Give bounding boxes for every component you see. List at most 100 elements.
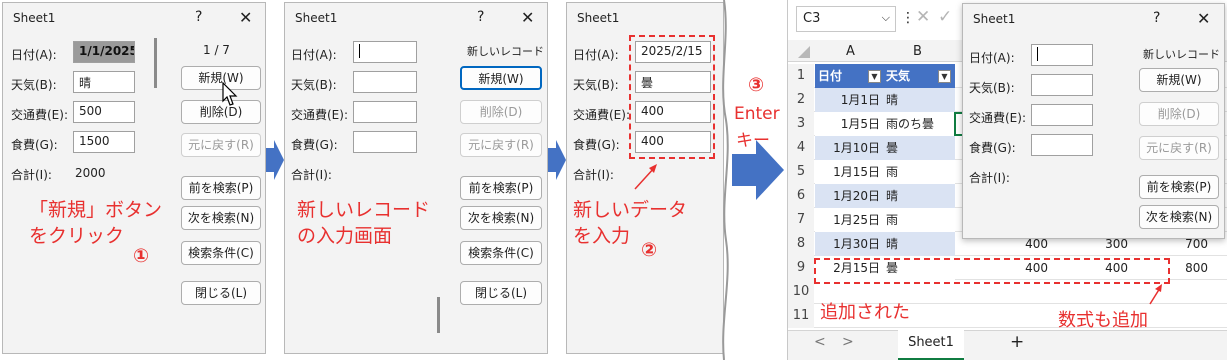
cell-weather[interactable]: 晴	[886, 232, 898, 256]
sheet-tab[interactable]: Sheet1	[898, 330, 964, 360]
row-number[interactable]: 7	[788, 208, 814, 232]
weather-field[interactable]: 晴	[73, 71, 135, 93]
find-next-button[interactable]: 次を検索(N)	[1139, 205, 1219, 229]
annotation-line1: 新しいレコード	[297, 199, 431, 221]
row-number[interactable]: 9	[788, 256, 814, 280]
cell-date[interactable]: 1月10日	[818, 136, 880, 160]
scrollbar[interactable]	[437, 297, 440, 333]
row-number[interactable]: 5	[788, 160, 814, 184]
sheet-next-button[interactable]: >	[842, 334, 854, 350]
restore-button[interactable]: 元に戻す(R)	[1139, 136, 1219, 160]
find-prev-button[interactable]: 前を検索(P)	[1139, 175, 1219, 199]
date-field[interactable]	[353, 41, 417, 63]
restore-button[interactable]: 元に戻す(R)	[181, 133, 261, 157]
formula-separator: ⋮	[901, 10, 915, 26]
find-prev-button[interactable]: 前を検索(P)	[460, 176, 542, 200]
date-label: 日付(A):	[291, 48, 337, 62]
confirm-icon[interactable]: ✓	[938, 7, 952, 27]
arrow-icon	[548, 140, 566, 180]
enter-label: Enter	[734, 104, 780, 124]
dialog-panel-4: Sheet1 ? ✕ 日付(A): 天気(B): 交通費(E): 食費(G): …	[962, 3, 1225, 239]
dialog-panel-3: Sheet1 日付(A): 2025/2/15 天気(B): 曇 交通費(E):…	[566, 2, 724, 354]
cell-date[interactable]: 1月5日	[818, 112, 880, 136]
row-number[interactable]: 10	[788, 280, 814, 304]
date-label: 日付(A):	[11, 48, 57, 62]
cell-weather[interactable]: 雨のち曇	[886, 112, 934, 136]
new-button[interactable]: 新規(W)	[1139, 68, 1219, 92]
row-number[interactable]: 11	[788, 304, 814, 328]
cell-weather[interactable]: 晴	[886, 88, 898, 112]
criteria-button[interactable]: 検索条件(C)	[460, 241, 542, 265]
weather-field[interactable]	[353, 71, 417, 93]
help-button[interactable]: ?	[195, 9, 202, 25]
criteria-button[interactable]: 検索条件(C)	[181, 241, 261, 265]
help-button[interactable]: ?	[1153, 10, 1160, 26]
column-header-a[interactable]: A	[846, 44, 855, 59]
total-value: 2000	[75, 166, 106, 180]
annotation-line2: をクリック	[29, 225, 125, 247]
big-arrow-icon	[732, 140, 784, 200]
scrollbar[interactable]	[154, 38, 157, 88]
cell-weather[interactable]: 曇	[886, 136, 898, 160]
cell-weather[interactable]: 雨	[886, 208, 898, 232]
food-label: 食費(G):	[291, 138, 338, 152]
help-button[interactable]: ?	[477, 9, 484, 25]
food-field[interactable]	[1031, 134, 1093, 156]
chevron-down-icon: ⌵	[881, 11, 890, 24]
close-icon[interactable]: ✕	[521, 8, 534, 27]
row-number[interactable]: 6	[788, 184, 814, 208]
cell-date[interactable]: 1月25日	[818, 208, 880, 232]
food-field[interactable]: 1500	[73, 131, 135, 153]
weather-label: 天気(B):	[291, 78, 337, 92]
cell-date[interactable]: 1月15日	[818, 160, 880, 184]
close-icon[interactable]: ✕	[1197, 9, 1210, 28]
row-number[interactable]: 4	[788, 136, 814, 160]
transport-field[interactable]: 500	[73, 101, 135, 123]
weather-field[interactable]	[1031, 74, 1093, 96]
weather-label: 天気(B):	[573, 78, 619, 92]
delete-button[interactable]: 削除(D)	[1139, 102, 1219, 126]
transport-field[interactable]	[353, 101, 417, 123]
table-header-cell[interactable]: 日付	[818, 64, 842, 88]
food-label: 食費(G):	[969, 141, 1016, 155]
table-header-cell[interactable]: 天気	[886, 64, 910, 88]
restore-button[interactable]: 元に戻す(R)	[460, 133, 542, 157]
new-button[interactable]: 新規(W)	[460, 66, 542, 90]
annotation-added: 追加された	[820, 302, 910, 323]
row-number[interactable]: 3	[788, 112, 814, 136]
row-number[interactable]: 8	[788, 232, 814, 256]
name-box[interactable]: C3 ⌵	[796, 6, 896, 32]
date-field[interactable]: 1/1/2025	[73, 41, 135, 63]
cell-weather[interactable]: 雨	[886, 160, 898, 184]
food-label: 食費(G):	[573, 138, 620, 152]
row-number[interactable]: 1	[788, 64, 814, 88]
cell-weather[interactable]: 晴	[886, 184, 898, 208]
find-next-button[interactable]: 次を検索(N)	[181, 206, 261, 230]
dialog-title: Sheet1	[577, 11, 620, 25]
cell-date[interactable]: 1月1日	[818, 88, 880, 112]
close-button[interactable]: 閉じる(L)	[181, 281, 261, 305]
sheet-prev-button[interactable]: <	[814, 334, 826, 350]
transport-label: 交通費(E):	[291, 108, 348, 122]
dialog-panel-2: Sheet1 ? ✕ 日付(A): 天気(B): 交通費(E): 食費(G): …	[284, 2, 548, 354]
close-button[interactable]: 閉じる(L)	[460, 281, 542, 305]
filter-dropdown-icon[interactable]: ▼	[938, 70, 951, 83]
select-all-corner[interactable]	[798, 46, 810, 58]
step-number: ②	[641, 239, 658, 261]
column-header-b[interactable]: B	[913, 44, 922, 59]
add-sheet-button[interactable]: +	[1010, 332, 1024, 352]
filter-dropdown-icon[interactable]: ▼	[868, 70, 881, 83]
row-number[interactable]: 2	[788, 88, 814, 112]
cancel-icon[interactable]: ✕	[916, 7, 930, 27]
transport-label: 交通費(E):	[11, 108, 68, 122]
cell-date[interactable]: 1月20日	[818, 184, 880, 208]
delete-button[interactable]: 削除(D)	[460, 100, 542, 124]
transport-field[interactable]	[1031, 104, 1093, 126]
find-prev-button[interactable]: 前を検索(P)	[181, 176, 261, 200]
date-field[interactable]	[1031, 44, 1093, 66]
sheet-tab-label: Sheet1	[908, 335, 954, 350]
find-next-button[interactable]: 次を検索(N)	[460, 206, 542, 230]
cell-date[interactable]: 1月30日	[818, 232, 880, 256]
food-field[interactable]	[353, 131, 417, 153]
close-icon[interactable]: ✕	[239, 8, 252, 27]
